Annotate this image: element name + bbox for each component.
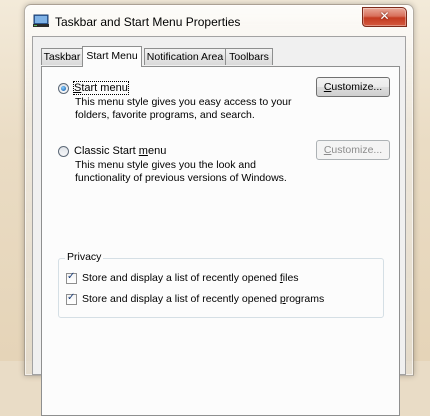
customize-classic-menu-button[interactable]: Customize... [316,140,390,160]
store-recent-programs-label: Store and display a list of recently ope… [82,293,325,305]
store-recent-files-option[interactable]: ✓ Store and display a list of recently o… [66,270,299,284]
tab-label: Notification Area [146,51,224,63]
tab-notification-area[interactable]: Notification Area [144,48,226,65]
client-area: Taskbar Start Menu Notification Area Too… [32,36,406,416]
taskbar-properties-icon [33,14,49,27]
store-recent-programs-option[interactable]: ✓ Store and display a list of recently o… [66,291,325,305]
checkmark-icon: ✓ [67,270,76,282]
store-recent-programs-checkbox[interactable]: ✓ [66,291,77,305]
tab-start-menu[interactable]: Start Menu [82,46,142,67]
privacy-group: Privacy ✓ Store and display a list of re… [58,251,384,318]
classic-start-menu-radio[interactable] [58,145,69,157]
start-menu-description-line: This menu style gives you easy access to… [75,96,292,108]
close-button[interactable]: ✕ [362,7,407,27]
start-menu-panel: Start menu This menu style gives you eas… [41,66,400,416]
store-recent-files-checkbox[interactable]: ✓ [66,270,77,284]
tab-label: Toolbars [229,51,269,63]
checkmark-icon: ✓ [67,291,76,303]
start-menu-description: This menu style gives you easy access to… [75,96,305,122]
classic-start-menu-option[interactable]: Classic Start menu [58,145,166,157]
classic-start-menu-description: This menu style gives you the look and f… [75,159,305,185]
start-menu-option[interactable]: Start menu [58,81,129,95]
classic-description-line: This menu style gives you the look and [75,159,256,171]
start-menu-label: Start menu [73,81,129,95]
window-title: Taskbar and Start Menu Properties [55,15,241,29]
tab-taskbar[interactable]: Taskbar [41,48,83,65]
store-recent-files-label: Store and display a list of recently ope… [82,272,299,284]
title-bar[interactable]: Taskbar and Start Menu Properties ✕ [25,5,413,35]
tab-toolbars[interactable]: Toolbars [225,48,273,65]
classic-start-menu-label: Classic Start menu [74,145,167,157]
properties-window: Taskbar and Start Menu Properties ✕ Task… [24,4,414,416]
tab-label: Start Menu [86,50,138,62]
start-menu-description-line: folders, favorite programs, and search. [75,109,255,121]
classic-description-line: functionality of previous versions of Wi… [75,172,287,184]
tab-label: Taskbar [43,51,81,63]
start-menu-radio[interactable] [58,82,69,94]
privacy-legend: Privacy [65,251,104,263]
close-icon: ✕ [379,9,390,23]
customize-start-menu-button[interactable]: Customize... [316,77,390,97]
